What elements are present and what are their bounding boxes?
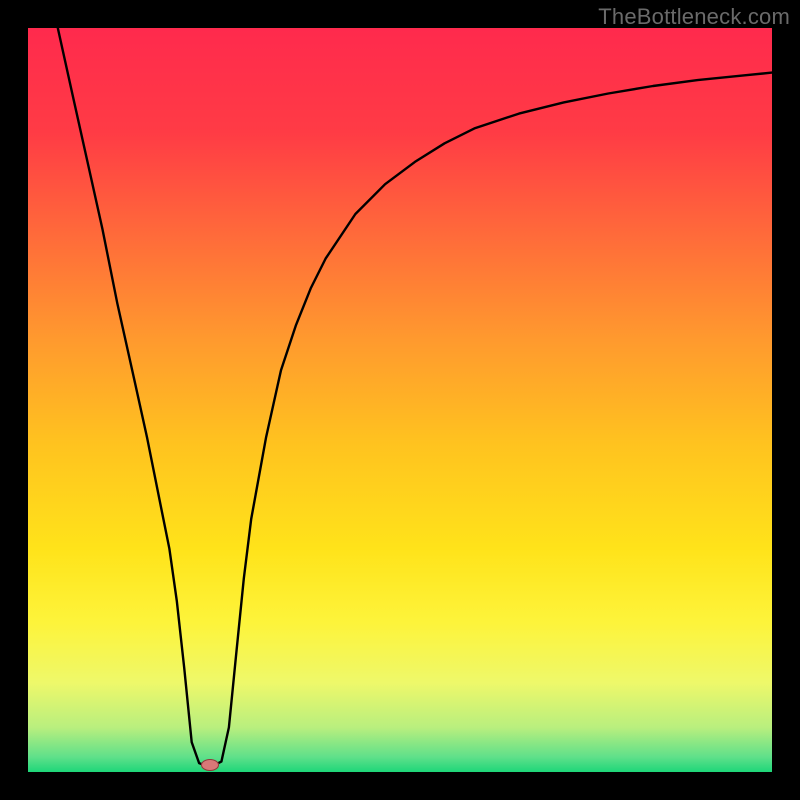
plot-area [28,28,772,772]
optimal-point-marker [201,759,219,771]
watermark-text: TheBottleneck.com [598,4,790,30]
bottleneck-curve [28,28,772,772]
chart-frame: TheBottleneck.com [0,0,800,800]
